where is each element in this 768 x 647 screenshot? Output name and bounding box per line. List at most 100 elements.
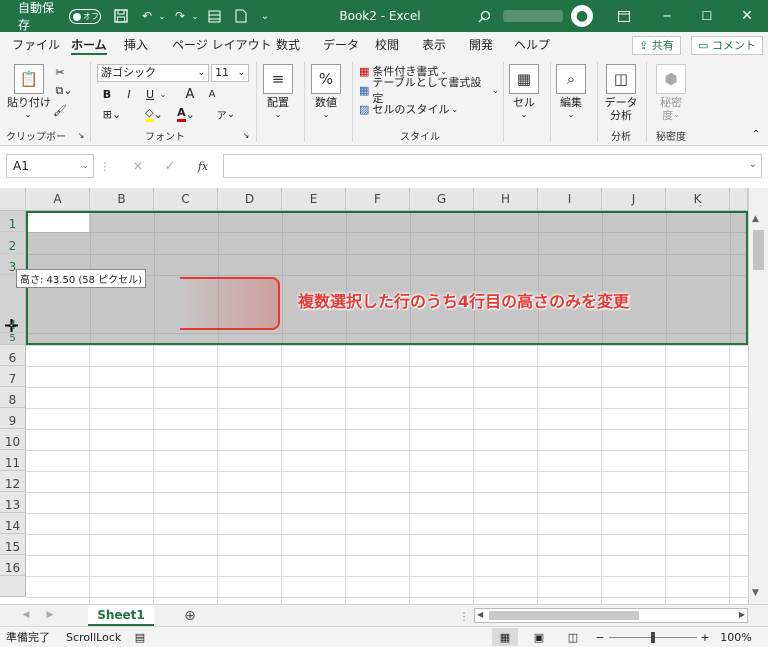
tab-help[interactable]: ヘルプ — [514, 32, 550, 58]
add-sheet-icon[interactable]: ⊕ — [181, 607, 199, 625]
cancel-icon[interactable]: × — [128, 158, 148, 174]
alignment-label[interactable]: 配置 — [258, 95, 298, 109]
column-header[interactable]: H — [474, 188, 538, 211]
editing-label[interactable]: 編集 — [551, 95, 591, 109]
form-icon[interactable] — [204, 0, 224, 32]
select-all-corner[interactable] — [0, 188, 26, 211]
column-header[interactable]: B — [90, 188, 154, 211]
paste-icon[interactable]: 📋 — [14, 64, 44, 94]
underline-dropdown-icon[interactable]: ⌄ — [158, 85, 168, 103]
scroll-thumb[interactable] — [753, 230, 764, 270]
redo-dropdown-icon[interactable]: ⌄ — [190, 0, 200, 32]
number-dropdown-icon[interactable]: ⌄ — [316, 109, 336, 119]
next-sheet-icon[interactable]: ▶ — [44, 608, 56, 622]
expand-formula-icon[interactable]: ⌄ — [749, 159, 757, 170]
tab-insert[interactable]: 挿入 — [124, 32, 148, 58]
zoom-in-button[interactable]: + — [699, 629, 711, 645]
italic-button[interactable]: I — [121, 85, 137, 103]
alignment-dropdown-icon[interactable]: ⌄ — [268, 109, 288, 119]
tab-home[interactable]: ホーム — [71, 32, 107, 58]
find-icon[interactable]: ⌕ — [556, 64, 586, 94]
shrink-font-button[interactable]: A — [204, 85, 220, 103]
scroll-down-icon[interactable]: ▼ — [752, 588, 759, 598]
editing-dropdown-icon[interactable]: ⌄ — [561, 109, 581, 119]
format-as-table-button[interactable]: ▦ テーブルとして書式設定 ⌄ — [359, 76, 499, 105]
column-header[interactable]: I — [538, 188, 602, 211]
cell-styles-button[interactable]: ▨ セルのスタイル ⌄ — [359, 101, 469, 117]
row-header[interactable]: 11 — [0, 450, 26, 471]
formula-input[interactable]: ⌄ — [223, 154, 762, 178]
column-header[interactable]: A — [26, 188, 90, 211]
scroll-left-icon[interactable]: ◀ — [477, 610, 483, 619]
alignment-icon[interactable]: ≡ — [263, 64, 293, 94]
macro-record-icon[interactable]: ▤ — [133, 630, 147, 644]
row-header[interactable]: 16 — [0, 555, 26, 576]
tab-data[interactable]: データ — [323, 32, 359, 58]
cells-icon[interactable]: ▦ — [509, 64, 539, 94]
tab-file[interactable]: ファイル — [12, 32, 60, 58]
tab-page-layout[interactable]: ページ レイアウト — [172, 32, 272, 58]
row-header[interactable]: 7 — [0, 366, 26, 387]
column-header[interactable]: J — [602, 188, 666, 211]
row-header[interactable]: 8 — [0, 387, 26, 408]
zoom-out-button[interactable]: − — [594, 629, 606, 645]
confirm-icon[interactable]: ✓ — [160, 158, 180, 174]
page-break-view-icon[interactable]: ◫ — [562, 628, 584, 646]
row-header[interactable]: 15 — [0, 534, 26, 555]
sensitivity-label-2[interactable]: 度 ⌄ — [650, 108, 692, 122]
row-header[interactable]: 9 — [0, 408, 26, 429]
column-header[interactable]: E — [282, 188, 346, 211]
close-icon[interactable]: ✕ — [735, 0, 759, 32]
split-handle-icon[interactable]: ⋮ — [459, 608, 470, 624]
avatar[interactable]: ● — [571, 5, 593, 27]
normal-view-icon[interactable]: ▦ — [492, 628, 518, 646]
horizontal-scrollbar[interactable]: ◀ ▶ — [474, 608, 748, 623]
number-label[interactable]: 数値 — [306, 95, 346, 109]
tab-formulas[interactable]: 数式 — [276, 32, 300, 58]
bold-button[interactable]: B — [99, 85, 115, 103]
column-header[interactable]: D — [218, 188, 282, 211]
analyze-data-icon[interactable]: ◫ — [606, 64, 636, 94]
scroll-right-icon[interactable]: ▶ — [739, 610, 745, 619]
row-header[interactable]: 13 — [0, 492, 26, 513]
sensitivity-icon[interactable]: ⬢ — [656, 64, 686, 94]
phonetic-button[interactable]: ア ⌄ — [214, 105, 238, 123]
format-painter-icon[interactable]: 🖌 — [51, 102, 69, 118]
cells-dropdown-icon[interactable]: ⌄ — [514, 109, 534, 119]
pdf-icon[interactable] — [231, 0, 251, 32]
redo-icon[interactable]: ↷ — [170, 0, 190, 32]
paste-dropdown-icon[interactable]: ⌄ — [18, 109, 38, 119]
clipboard-launcher-icon[interactable]: ↘ — [76, 130, 86, 140]
worksheet-grid[interactable]: A B C D E F G H I J K 1 2 3 4 5 6 7 8 9 … — [0, 188, 768, 604]
vertical-scrollbar[interactable]: ▲ ▼ — [748, 188, 768, 604]
tab-developer[interactable]: 開発 — [469, 32, 493, 58]
customize-qat-icon[interactable]: ⌄ — [258, 0, 272, 32]
share-button[interactable]: ⇪ 共有 — [632, 36, 681, 55]
font-name-combo[interactable]: 游ゴシック ⌄ — [97, 64, 209, 82]
zoom-slider-thumb[interactable] — [651, 632, 655, 643]
undo-icon[interactable]: ↶ — [137, 0, 157, 32]
row-header[interactable]: 10 — [0, 429, 26, 450]
active-cell[interactable] — [28, 213, 89, 232]
zoom-level[interactable]: 100% — [718, 630, 754, 644]
column-header[interactable]: F — [346, 188, 410, 211]
scroll-up-icon[interactable]: ▲ — [752, 214, 759, 224]
row-header-partial[interactable] — [0, 576, 26, 597]
function-icon[interactable]: fx — [192, 158, 214, 174]
paste-label[interactable]: 貼り付け — [6, 95, 52, 109]
percent-icon[interactable]: % — [311, 64, 341, 94]
row-header[interactable]: 12 — [0, 471, 26, 492]
tab-review[interactable]: 校閲 — [375, 32, 399, 58]
font-size-combo[interactable]: 11 ⌄ — [211, 64, 249, 82]
hscroll-thumb[interactable] — [489, 611, 639, 620]
font-launcher-icon[interactable]: ↘ — [241, 130, 251, 140]
column-header[interactable]: K — [666, 188, 730, 211]
collapse-ribbon-icon[interactable]: ⌃ — [750, 128, 762, 140]
fill-color-icon[interactable]: ◇ ⌄ — [140, 105, 168, 123]
analyze-data-label-2[interactable]: 分析 — [600, 108, 642, 122]
name-box[interactable]: A1 ⌄ — [6, 154, 94, 178]
underline-button[interactable]: U — [142, 85, 158, 103]
cells-label[interactable]: セル — [504, 95, 544, 109]
row-header[interactable]: 2 — [0, 232, 26, 254]
column-header[interactable]: C — [154, 188, 218, 211]
